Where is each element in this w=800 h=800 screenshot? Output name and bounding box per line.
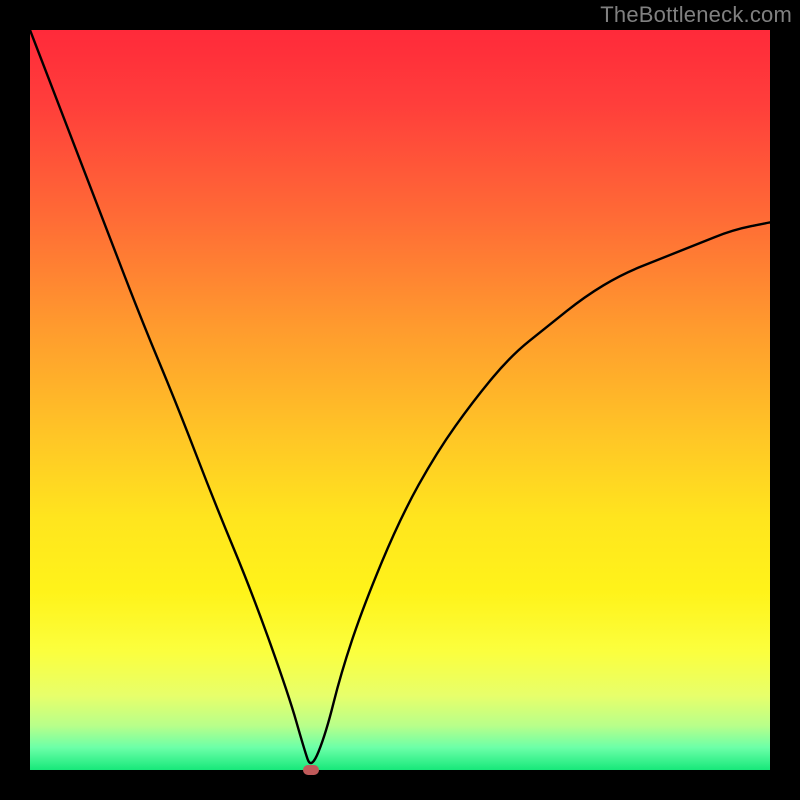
- chart-frame: TheBottleneck.com: [0, 0, 800, 800]
- attribution-text: TheBottleneck.com: [600, 2, 792, 28]
- plot-area: [30, 30, 770, 770]
- optimal-point-marker: [303, 765, 319, 775]
- bottleneck-curve: [30, 30, 770, 770]
